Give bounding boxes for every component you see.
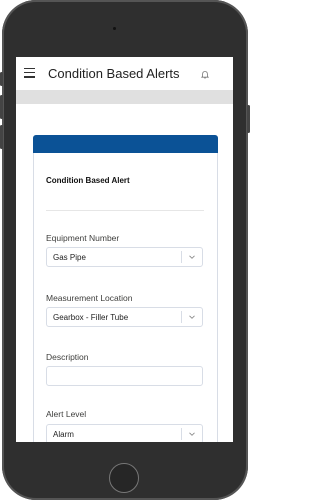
description-input[interactable] [46, 366, 203, 386]
app-screen: Condition Based Alerts Condition Based A… [16, 57, 233, 442]
hamburger-menu-icon[interactable] [24, 68, 35, 78]
equipment-number-label: Equipment Number [46, 233, 120, 243]
alert-level-select[interactable]: Alarm [46, 424, 203, 442]
equipment-number-value: Gas Pipe [53, 253, 86, 262]
bell-icon[interactable] [200, 67, 210, 79]
alert-level-value: Alarm [53, 430, 74, 439]
header-shadow-band [16, 90, 233, 104]
equipment-number-select[interactable]: Gas Pipe [46, 247, 203, 267]
alert-level-label: Alert Level [46, 409, 87, 419]
card-title: Condition Based Alert [46, 176, 130, 185]
phone-side-button [0, 72, 3, 86]
phone-frame: Condition Based Alerts Condition Based A… [0, 0, 250, 500]
measurement-location-value: Gearbox - Filler Tube [53, 313, 129, 322]
chevron-down-icon[interactable] [188, 313, 196, 321]
phone-home-button[interactable] [109, 463, 139, 493]
alert-form-card: Condition Based Alert Equipment Number G… [33, 135, 218, 442]
chevron-down-icon[interactable] [188, 430, 196, 438]
card-divider [46, 210, 204, 211]
app-header: Condition Based Alerts [16, 57, 233, 90]
measurement-location-label: Measurement Location [46, 293, 133, 303]
phone-volume-up [0, 95, 3, 119]
page-title: Condition Based Alerts [48, 66, 180, 81]
select-separator [181, 311, 182, 323]
phone-camera [113, 27, 116, 30]
select-separator [181, 428, 182, 440]
phone-volume-down [0, 125, 3, 149]
card-header-bar [33, 135, 218, 153]
select-separator [181, 251, 182, 263]
description-label: Description [46, 352, 89, 362]
measurement-location-select[interactable]: Gearbox - Filler Tube [46, 307, 203, 327]
chevron-down-icon[interactable] [188, 253, 196, 261]
phone-power-button [247, 105, 250, 133]
